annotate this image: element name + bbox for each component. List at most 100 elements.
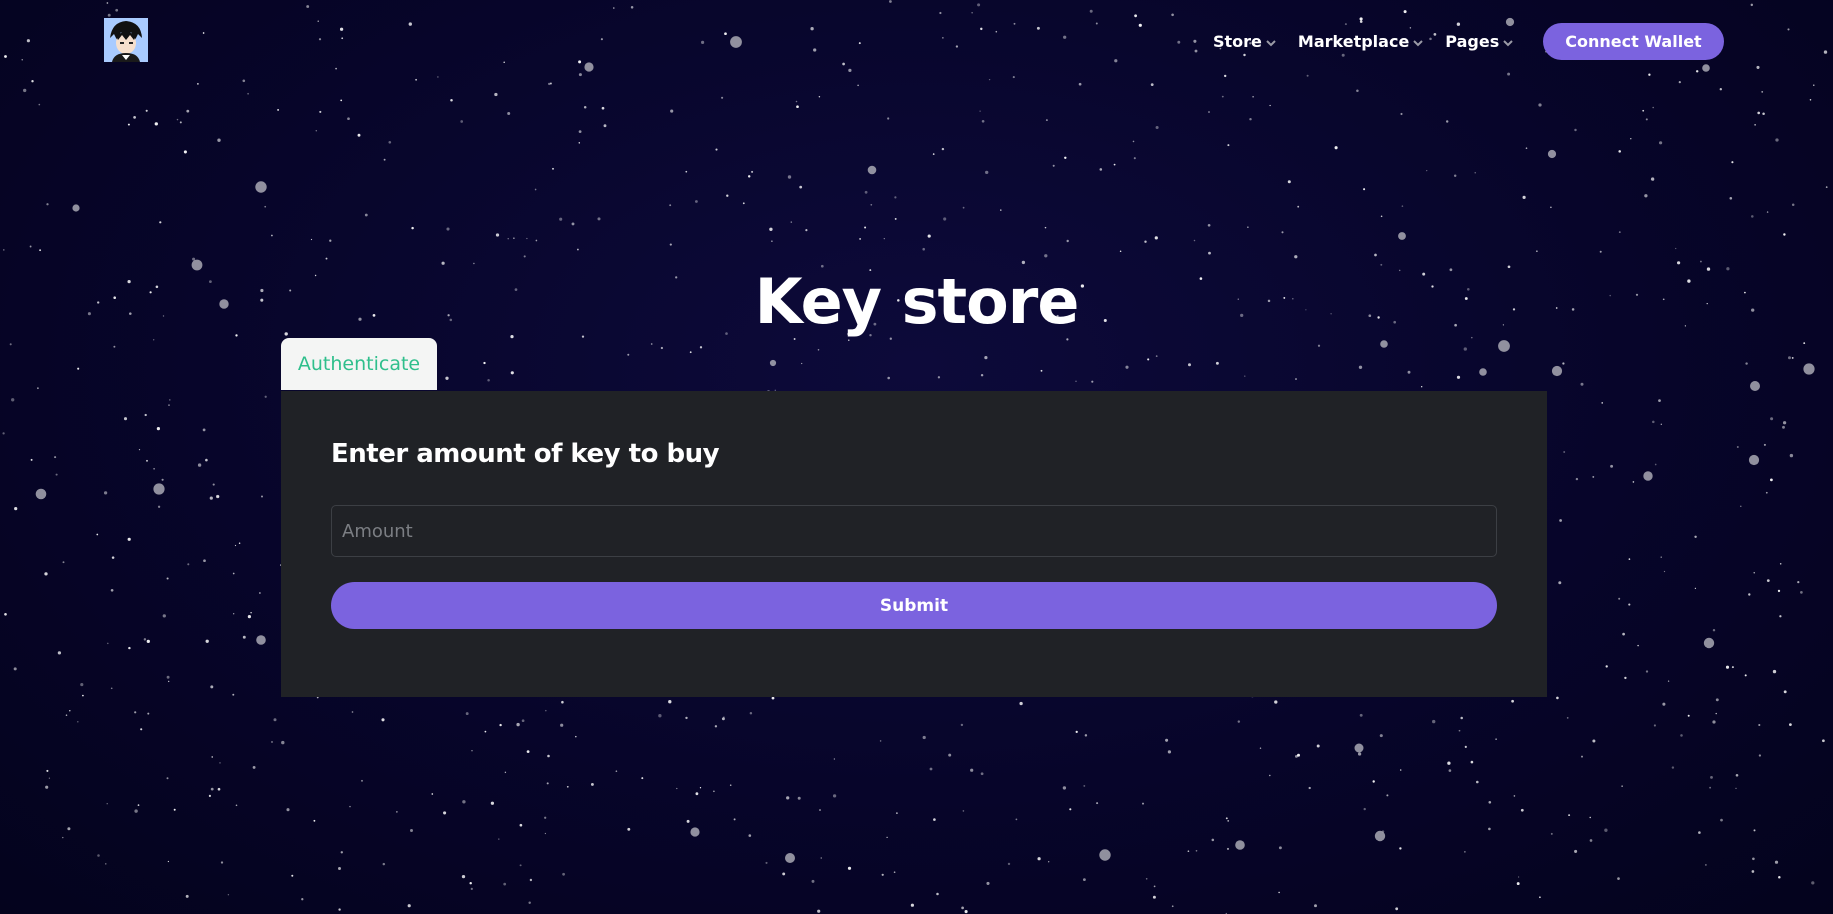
nav-marketplace[interactable]: Marketplace	[1297, 31, 1424, 51]
star	[111, 556, 115, 559]
star	[1783, 233, 1786, 236]
star	[1269, 774, 1271, 777]
star	[1550, 832, 1553, 835]
avatar-logo[interactable]	[104, 18, 148, 62]
star	[1788, 356, 1791, 360]
particle	[1354, 743, 1364, 753]
star	[1645, 670, 1649, 673]
submit-button[interactable]: Submit	[331, 582, 1497, 629]
star	[134, 809, 138, 813]
star	[929, 767, 933, 771]
star	[1269, 104, 1271, 107]
star	[1040, 369, 1043, 372]
star	[55, 473, 58, 476]
particle	[867, 165, 877, 175]
star	[578, 130, 582, 133]
star	[1811, 881, 1815, 885]
star	[615, 770, 618, 773]
star	[747, 175, 751, 178]
star	[259, 592, 261, 594]
star	[833, 758, 836, 760]
star	[388, 140, 392, 144]
amount-input[interactable]	[331, 505, 1497, 557]
nav-store[interactable]: Store	[1213, 32, 1276, 51]
star	[1520, 808, 1524, 812]
star	[660, 346, 664, 350]
star	[546, 782, 549, 785]
star	[1694, 587, 1697, 590]
star	[534, 188, 537, 191]
star	[281, 740, 285, 745]
star	[1165, 738, 1169, 742]
star	[1399, 769, 1402, 771]
star	[242, 635, 246, 639]
particle	[1547, 149, 1557, 159]
star	[1765, 491, 1768, 494]
connect-wallet-button[interactable]: Connect Wallet	[1543, 23, 1724, 60]
star	[483, 361, 486, 365]
star	[566, 785, 569, 788]
star	[1758, 723, 1761, 727]
star	[157, 505, 161, 508]
star	[1736, 446, 1739, 448]
star	[1715, 698, 1719, 702]
star	[1653, 724, 1656, 727]
star	[516, 722, 520, 727]
star	[1762, 112, 1765, 115]
star	[140, 728, 143, 731]
particle	[1374, 830, 1386, 842]
star	[560, 723, 564, 727]
star	[1045, 119, 1048, 122]
star	[1274, 700, 1278, 704]
star	[445, 376, 449, 380]
star	[1395, 907, 1399, 911]
star	[627, 827, 631, 831]
star	[1096, 802, 1099, 805]
star	[3, 249, 5, 251]
star	[1539, 896, 1541, 899]
star	[1800, 591, 1803, 594]
particle	[1750, 381, 1760, 391]
star	[217, 495, 219, 498]
star	[1589, 839, 1593, 842]
star	[733, 818, 736, 821]
star	[1622, 632, 1625, 636]
star	[1083, 784, 1086, 787]
star	[1662, 702, 1666, 706]
star	[562, 872, 565, 876]
star	[1783, 690, 1787, 694]
star	[1356, 89, 1359, 93]
star	[329, 239, 332, 242]
star	[1432, 719, 1436, 724]
star	[1642, 109, 1645, 112]
star	[1599, 250, 1602, 253]
star	[894, 217, 897, 220]
star	[13, 667, 17, 671]
star	[232, 693, 235, 696]
star	[765, 861, 768, 864]
star	[521, 719, 525, 723]
star	[325, 257, 328, 260]
star	[726, 194, 729, 197]
nav-marketplace-label: Marketplace	[1297, 31, 1410, 51]
star	[1568, 814, 1571, 817]
star	[523, 255, 526, 258]
star	[106, 803, 108, 805]
star	[1278, 891, 1280, 894]
star	[2, 432, 5, 435]
particle	[72, 204, 80, 212]
star	[364, 213, 368, 217]
star	[173, 808, 176, 811]
star	[670, 109, 674, 113]
star	[1208, 111, 1210, 113]
nav-pages[interactable]: Pages	[1445, 32, 1513, 51]
star	[1694, 535, 1697, 539]
star	[790, 221, 793, 223]
star	[1297, 753, 1300, 757]
star	[1637, 644, 1639, 647]
star	[1152, 895, 1156, 899]
star	[161, 478, 164, 481]
tab-authenticate[interactable]: Authenticate	[281, 338, 437, 390]
star	[1710, 776, 1713, 779]
particle	[1643, 471, 1653, 481]
